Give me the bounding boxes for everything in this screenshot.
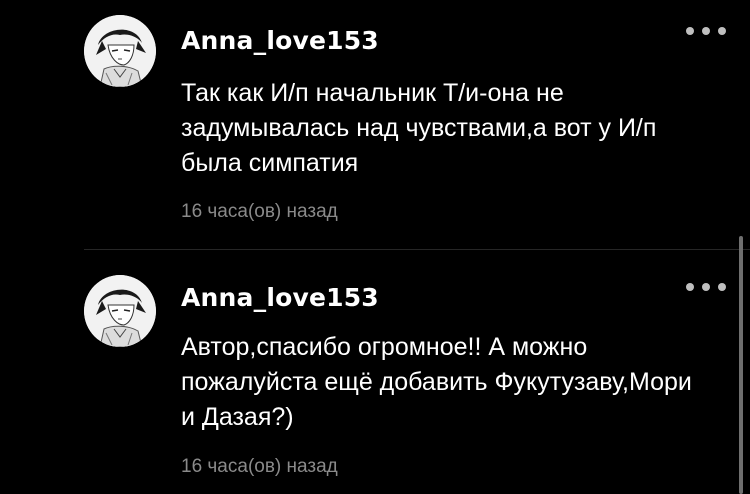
comment-text: Так как И/п начальник Т/и-она не задумыв… <box>181 79 657 177</box>
more-horizontal-icon <box>702 27 710 35</box>
comment-item: Anna_love153 Автор,спасибо огромное!! А … <box>0 250 750 494</box>
more-horizontal-icon <box>718 283 726 291</box>
manga-character-avatar-icon <box>84 15 156 87</box>
comments-feed: Anna_love153 Так как И/п начальник Т/и-о… <box>0 0 750 494</box>
scrollbar[interactable] <box>739 236 743 494</box>
more-horizontal-icon <box>686 283 694 291</box>
comment-timestamp: 16 часа(ов) назад <box>181 201 338 222</box>
manga-character-avatar-icon <box>84 275 156 347</box>
username[interactable]: Anna_love153 <box>181 26 379 56</box>
comment-timestamp: 16 часа(ов) назад <box>181 456 338 477</box>
username[interactable]: Anna_love153 <box>181 283 379 313</box>
more-horizontal-icon <box>718 27 726 35</box>
more-options-button[interactable] <box>686 24 726 38</box>
more-horizontal-icon <box>686 27 694 35</box>
more-horizontal-icon <box>702 283 710 291</box>
avatar[interactable] <box>84 275 156 347</box>
more-options-button[interactable] <box>686 280 726 294</box>
comment-text: Автор,спасибо огромное!! А можно пожалуй… <box>181 333 692 431</box>
avatar[interactable] <box>84 15 156 87</box>
comment-item: Anna_love153 Так как И/п начальник Т/и-о… <box>0 0 750 250</box>
